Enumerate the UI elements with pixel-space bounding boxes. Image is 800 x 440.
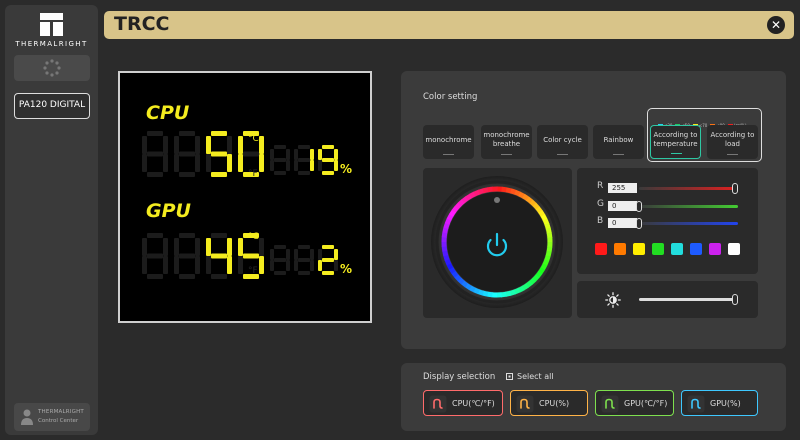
brightness-slider[interactable]	[639, 298, 738, 301]
color-swatch-7[interactable]	[728, 243, 740, 255]
rgb-controls: R 255 G 0 B 0	[577, 168, 758, 274]
mode-button-label: Color cycle	[543, 135, 582, 144]
gpu-load-digit-0	[270, 245, 290, 275]
control-center-button[interactable]: THERMALRIGHT Control Center	[14, 403, 90, 431]
channel-slider-g[interactable]	[639, 205, 738, 208]
mode-button-0[interactable]: monochrome	[423, 125, 474, 159]
gpu-temp-unit-c: °C	[248, 232, 259, 242]
channel-value-b-input[interactable]: 0	[608, 218, 637, 228]
channel-slider-handle[interactable]	[636, 201, 642, 212]
display-selection-title: Display selection	[423, 372, 496, 382]
cpu-load-digit-1	[294, 145, 314, 175]
close-icon[interactable]: ✕	[767, 16, 785, 34]
select-all-label: Select all	[517, 372, 554, 381]
channel-label-b: B	[597, 216, 604, 226]
display-option-2-button[interactable]: GPU(℃/°F)	[595, 390, 674, 416]
channel-value-g-input[interactable]: 0	[608, 201, 637, 211]
brightness-slider-handle[interactable]	[732, 294, 738, 305]
temperature-legend: <30<50<70<90(℃/%)	[658, 112, 750, 129]
mode-button-label: monochrome	[425, 135, 472, 144]
cpu-temp-unit-c: °C	[248, 134, 259, 144]
app-title: TRCC	[114, 13, 170, 35]
gpu-temp-digit-0	[142, 233, 168, 279]
display-option-3-button[interactable]: GPU(%)	[681, 390, 758, 416]
display-option-0-button[interactable]: CPU(℃/°F)	[423, 390, 503, 416]
gpu-load-digit-1	[294, 245, 314, 275]
device-scan-button[interactable]	[14, 55, 90, 81]
channel-slider-b[interactable]	[639, 222, 738, 225]
cpu-label: CPU	[146, 102, 190, 124]
display-option-label: GPU(%)	[710, 399, 741, 408]
checkbox-icon	[506, 373, 513, 380]
color-swatch-3[interactable]	[652, 243, 664, 255]
channel-value-r-input[interactable]: 255	[608, 183, 637, 193]
app-window: THERMALRIGHT PA120 DIGITAL THERMALRIGHT …	[0, 0, 800, 440]
channel-slider-handle[interactable]	[732, 183, 738, 194]
footer-brand-text: THERMALRIGHT	[38, 409, 84, 415]
color-wheel[interactable]	[423, 168, 572, 318]
mode-button-3[interactable]: Rainbow	[593, 125, 644, 159]
user-icon	[21, 409, 33, 425]
title-bar: TRCC ✕	[104, 11, 794, 39]
channel-label-g: G	[597, 199, 604, 209]
cpu-load-digit-0	[270, 145, 290, 175]
display-option-icon	[516, 395, 534, 413]
cpu-load-digit-2	[318, 145, 338, 175]
color-swatch-5[interactable]	[690, 243, 702, 255]
brand-logo: THERMALRIGHT	[5, 11, 98, 51]
display-option-1-button[interactable]: CPU(%)	[510, 390, 588, 416]
color-setting-title: Color setting	[423, 92, 478, 102]
device-pa120-digital-button[interactable]: PA120 DIGITAL	[14, 93, 90, 119]
cpu-temp-digit-1	[174, 131, 200, 177]
gpu-temp-digit-2	[206, 233, 232, 279]
gpu-load-digit-2	[318, 245, 338, 275]
cpu-load-unit: %	[340, 162, 352, 176]
cpu-temp-digit-0	[142, 131, 168, 177]
color-setting-panel: Color setting <30<50<70<90(℃/%) monochro…	[401, 71, 786, 349]
mode-button-label: monochrome breathe	[483, 131, 530, 148]
display-option-icon	[687, 395, 705, 413]
channel-slider-handle[interactable]	[636, 218, 642, 229]
sidebar: THERMALRIGHT PA120 DIGITAL THERMALRIGHT …	[5, 5, 98, 435]
mode-button-4[interactable]: According to temperature	[650, 125, 701, 159]
mode-button-2[interactable]: Color cycle	[537, 125, 588, 159]
display-option-icon	[429, 395, 447, 413]
display-selection-panel: Display selection Select all CPU(℃/°F) CP…	[401, 363, 786, 431]
thermalright-logo-icon	[40, 13, 63, 36]
display-option-label: CPU(%)	[539, 399, 570, 408]
color-swatch-6[interactable]	[709, 243, 721, 255]
footer-subtitle-text: Control Center	[38, 418, 79, 424]
sun-icon	[605, 292, 621, 308]
gpu-temp-unit-f: °F	[248, 266, 258, 276]
cpu-temp-unit-f: °F	[248, 169, 258, 179]
channel-label-r: R	[597, 181, 604, 191]
lcd-preview: CPU °C °F % GPU °C °F %	[118, 71, 372, 323]
color-swatch-2[interactable]	[633, 243, 645, 255]
select-all-checkbox[interactable]: Select all	[506, 372, 554, 381]
gpu-load-unit: %	[340, 262, 352, 276]
display-option-icon	[601, 395, 619, 413]
display-option-label: CPU(℃/°F)	[452, 399, 495, 408]
gpu-temp-digit-1	[174, 233, 200, 279]
brand-logo-text: THERMALRIGHT	[15, 40, 88, 48]
gpu-label: GPU	[146, 200, 192, 222]
loading-spinner-icon	[43, 59, 61, 77]
mode-button-label: Rainbow	[603, 135, 634, 144]
cpu-temp-digit-2	[206, 131, 232, 177]
channel-slider-r[interactable]	[639, 187, 738, 190]
display-option-label: GPU(℃/°F)	[624, 399, 668, 408]
lcd-display: CPU °C °F % GPU °C °F %	[142, 102, 352, 279]
color-swatch-1[interactable]	[614, 243, 626, 255]
color-wheel-panel	[423, 168, 572, 318]
brightness-control	[577, 281, 758, 318]
mode-button-1[interactable]: monochrome breathe	[481, 125, 532, 159]
color-swatch-4[interactable]	[671, 243, 683, 255]
mode-button-label: According to temperature	[653, 131, 698, 148]
mode-button-5[interactable]: According to load	[707, 125, 758, 159]
color-swatch-0[interactable]	[595, 243, 607, 255]
mode-button-label: According to load	[710, 131, 755, 148]
